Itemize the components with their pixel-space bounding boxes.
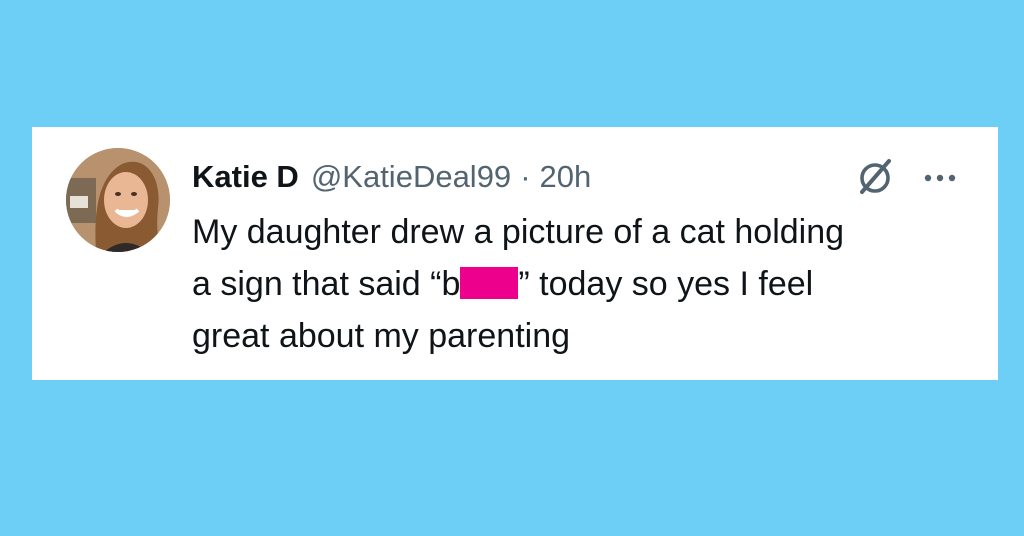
censor-block [460,267,519,299]
tweet-text-line-2-start: a sign that said “b [192,265,461,303]
avatar[interactable] [66,148,170,252]
author-handle[interactable]: @KatieDeal99 [311,159,511,195]
tweet-text-line-1: My daughter drew a picture of a cat hold… [192,213,845,251]
tweet-text-line-2: a sign that said “b ” today so yes I feel [192,258,982,310]
grok-icon[interactable] [852,155,898,201]
tweet-text-line-2-end: ” today so yes I feel [518,265,814,303]
author-name[interactable]: Katie D [192,159,299,195]
page: { "colors": { "background": "#6dcff5", "… [0,0,1024,536]
tweet-text: My daughter drew a picture of a cat hold… [192,206,982,362]
header-separator: · [520,159,531,194]
tweet-header: Katie D @KatieDeal99 · 20h [192,154,591,200]
tweet-text-line-3: great about my parenting [192,317,571,355]
timestamp[interactable]: 20h [540,159,592,195]
more-options-icon[interactable] [918,168,962,188]
avatar-photo [66,148,170,252]
